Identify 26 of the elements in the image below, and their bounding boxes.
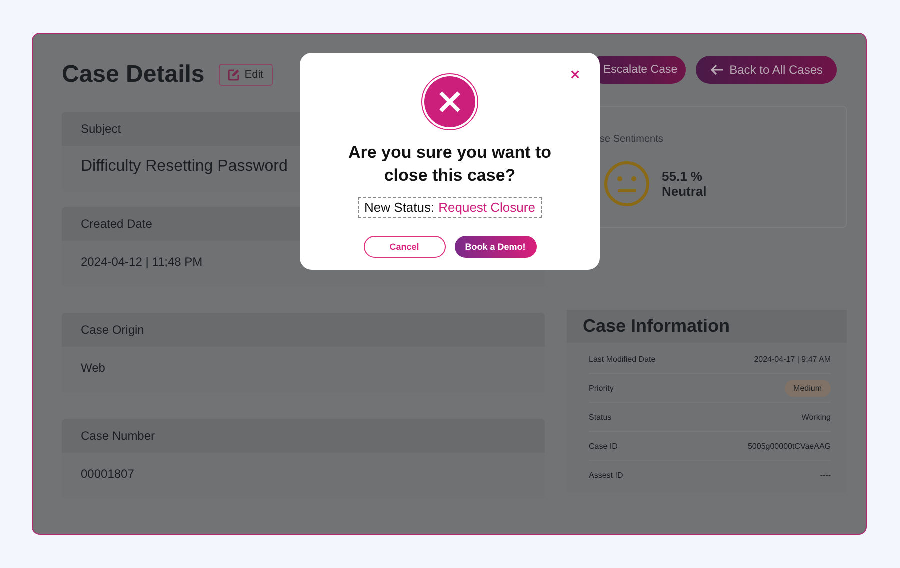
- info-label: Status: [589, 412, 612, 422]
- info-value: ----: [820, 470, 831, 480]
- info-label: Last Modified Date: [589, 354, 656, 364]
- field-label: Created Date: [81, 217, 152, 231]
- dialog-title: Are you sure you want to close this case?: [347, 142, 553, 187]
- info-value: 5005g00000tCVaeAAG: [748, 442, 831, 450]
- card-title: se Sentiments: [600, 134, 664, 145]
- card-title: Case Information: [583, 316, 730, 336]
- page-title: Case Details: [62, 61, 205, 89]
- field-label: Case Origin: [81, 323, 144, 337]
- field-value: 00001807: [81, 467, 134, 481]
- info-value: Working: [802, 412, 831, 422]
- priority-badge: Medium: [784, 380, 831, 396]
- field-value: Web: [81, 361, 106, 375]
- status-label: New Status:: [364, 200, 435, 215]
- field-label: Subject: [81, 122, 122, 136]
- status-value: Request Closure: [438, 200, 536, 215]
- sentiment-percent: 55.1 %: [662, 169, 704, 184]
- info-label: Case ID: [589, 442, 618, 450]
- info-label: Assest ID: [589, 470, 624, 480]
- field-label: Case Number: [81, 429, 156, 443]
- field-value: 2024-04-12 | 11;48 PM: [81, 255, 203, 269]
- info-value: 2024-04-17 | 9:47 AM: [754, 354, 831, 364]
- sentiment-label: Neutral: [662, 184, 707, 199]
- field-value: Difficulty Resetting Password: [81, 158, 288, 175]
- info-label: Priority: [589, 384, 614, 392]
